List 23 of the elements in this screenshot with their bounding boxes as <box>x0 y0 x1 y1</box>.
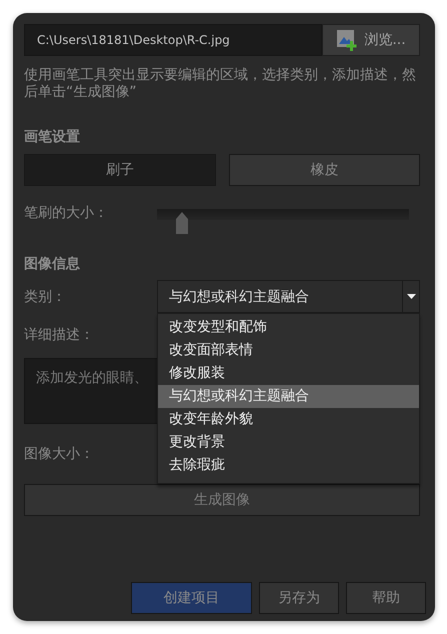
browse-button[interactable]: 浏览... <box>322 24 420 56</box>
slider-thumb[interactable] <box>176 212 188 234</box>
footer-button[interactable]: 另存为 <box>259 582 339 614</box>
file-path-field[interactable]: C:\Users\18181\Desktop\R-C.jpg <box>24 24 322 56</box>
category-dropdown[interactable]: 与幻想或科幻主题融合 <box>157 280 420 313</box>
dropdown-option[interactable]: 修改服装 <box>158 362 419 385</box>
field-label: 图像大小： <box>24 445 95 463</box>
instructions-text: 使用画笔工具突出显示要编辑的区域，选择类别，添加描述，然后单击“生成图像” <box>24 67 417 101</box>
dropdown-option[interactable]: 更改背景 <box>158 431 419 454</box>
field-label: 笔刷的大小： <box>24 204 109 222</box>
dropdown-arrow-icon <box>406 294 416 299</box>
dropdown-option[interactable]: 改变面部表情 <box>158 339 419 362</box>
dropdown-option[interactable]: 改变年龄外貌 <box>158 408 419 431</box>
dropdown-option[interactable]: 去除瑕疵 <box>158 454 419 477</box>
dropdown-option[interactable]: 与幻想或科幻主题融合 <box>158 385 419 408</box>
tool-button[interactable]: 刷子 <box>24 154 216 186</box>
section-heading: 画笔设置 <box>24 128 81 146</box>
tool-button[interactable]: 橡皮 <box>228 154 420 186</box>
section-heading: 图像信息 <box>24 255 81 273</box>
footer-button[interactable]: 帮助 <box>346 582 426 614</box>
dropdown-option[interactable]: 改变发型和配饰 <box>158 316 419 339</box>
field-label: 详细描述： <box>24 326 95 344</box>
field-label: 类别： <box>24 288 67 306</box>
